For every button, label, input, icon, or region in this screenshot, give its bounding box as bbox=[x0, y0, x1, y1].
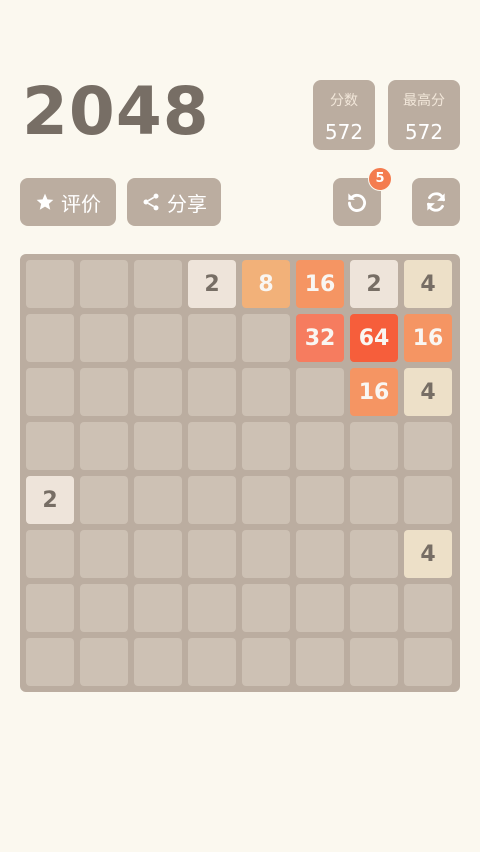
score-box: 分数 572 bbox=[313, 80, 375, 150]
empty-cell bbox=[242, 476, 290, 524]
tile: 2 bbox=[188, 260, 236, 308]
best-score-box: 最高分 572 bbox=[388, 80, 460, 150]
empty-cell bbox=[26, 584, 74, 632]
empty-cell bbox=[350, 584, 398, 632]
empty-cell bbox=[242, 422, 290, 470]
empty-cell bbox=[134, 584, 182, 632]
empty-cell bbox=[296, 530, 344, 578]
undo-count-badge: 5 bbox=[368, 167, 392, 191]
empty-cell bbox=[404, 638, 452, 686]
empty-cell bbox=[80, 422, 128, 470]
empty-cell bbox=[80, 584, 128, 632]
empty-cell bbox=[188, 368, 236, 416]
tile: 32 bbox=[296, 314, 344, 362]
empty-cell bbox=[134, 530, 182, 578]
empty-cell bbox=[134, 260, 182, 308]
empty-cell bbox=[350, 638, 398, 686]
empty-cell bbox=[242, 314, 290, 362]
game-title: 2048 bbox=[22, 73, 210, 150]
rate-button[interactable]: 评价 bbox=[20, 178, 116, 226]
empty-cell bbox=[80, 476, 128, 524]
empty-cell bbox=[26, 260, 74, 308]
empty-cell bbox=[296, 584, 344, 632]
empty-cell bbox=[404, 584, 452, 632]
empty-cell bbox=[26, 638, 74, 686]
best-score-label: 最高分 bbox=[403, 93, 445, 109]
empty-cell bbox=[188, 530, 236, 578]
empty-cell bbox=[188, 476, 236, 524]
empty-cell bbox=[26, 368, 74, 416]
empty-cell bbox=[404, 476, 452, 524]
empty-cell bbox=[80, 260, 128, 308]
empty-cell bbox=[242, 368, 290, 416]
share-label: 分享 bbox=[167, 191, 207, 216]
empty-cell bbox=[350, 530, 398, 578]
score-value: 572 bbox=[324, 120, 364, 144]
best-score-value: 572 bbox=[404, 120, 444, 144]
empty-cell bbox=[188, 314, 236, 362]
empty-cell bbox=[134, 314, 182, 362]
empty-cell bbox=[296, 368, 344, 416]
empty-cell bbox=[296, 476, 344, 524]
tile: 2 bbox=[26, 476, 74, 524]
empty-cell bbox=[188, 422, 236, 470]
empty-cell bbox=[26, 530, 74, 578]
tile: 2 bbox=[350, 260, 398, 308]
restart-button[interactable] bbox=[412, 178, 460, 226]
tile: 64 bbox=[350, 314, 398, 362]
empty-cell bbox=[26, 422, 74, 470]
tile: 4 bbox=[404, 260, 452, 308]
tile: 4 bbox=[404, 530, 452, 578]
empty-cell bbox=[188, 638, 236, 686]
share-button[interactable]: 分享 bbox=[127, 178, 221, 226]
tile: 16 bbox=[404, 314, 452, 362]
empty-cell bbox=[80, 314, 128, 362]
empty-cell bbox=[134, 476, 182, 524]
empty-cell bbox=[26, 314, 74, 362]
score-label: 分数 bbox=[330, 93, 358, 109]
empty-cell bbox=[80, 638, 128, 686]
empty-cell bbox=[296, 638, 344, 686]
empty-cell bbox=[80, 530, 128, 578]
empty-cell bbox=[188, 584, 236, 632]
refresh-icon bbox=[423, 189, 449, 215]
empty-cell bbox=[350, 422, 398, 470]
undo-icon bbox=[344, 189, 370, 215]
empty-cell bbox=[134, 638, 182, 686]
rate-label: 评价 bbox=[61, 191, 101, 216]
game-board[interactable]: 2 8 16 2 4 32 64 16 16 4 2 4 bbox=[20, 254, 460, 692]
empty-cell bbox=[296, 422, 344, 470]
empty-cell bbox=[242, 530, 290, 578]
tile: 4 bbox=[404, 368, 452, 416]
tile: 8 bbox=[242, 260, 290, 308]
empty-cell bbox=[80, 368, 128, 416]
tile: 16 bbox=[296, 260, 344, 308]
star-icon bbox=[35, 192, 55, 212]
empty-cell bbox=[242, 638, 290, 686]
empty-cell bbox=[242, 584, 290, 632]
empty-cell bbox=[350, 476, 398, 524]
empty-cell bbox=[134, 368, 182, 416]
empty-cell bbox=[134, 422, 182, 470]
empty-cell bbox=[404, 422, 452, 470]
tile: 16 bbox=[350, 368, 398, 416]
share-icon bbox=[141, 192, 161, 212]
